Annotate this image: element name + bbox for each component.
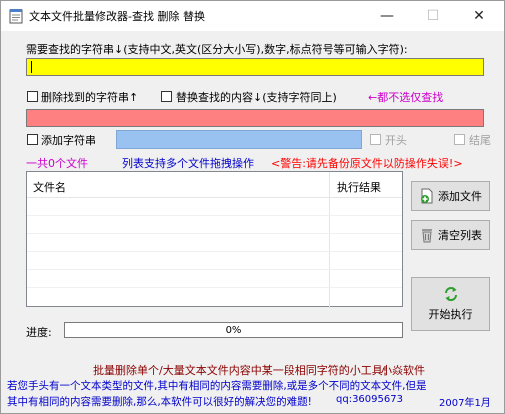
add-file-button[interactable]: 添加文件: [411, 181, 490, 211]
replace-checkbox[interactable]: [161, 91, 172, 102]
add-string-input[interactable]: [116, 130, 362, 149]
start-checkbox[interactable]: [370, 134, 381, 145]
column-filename[interactable]: 文件名: [33, 179, 66, 195]
end-checkbox[interactable]: [454, 134, 465, 145]
add-file-icon: [421, 188, 433, 204]
find-label: 需要查找的字符串↓(支持中文,英文(区分大小写),数字,标点符号等可输入字符):: [26, 43, 408, 56]
file-count: 一共0个文件: [26, 157, 88, 170]
delete-found-checkbox[interactable]: [27, 91, 38, 102]
notepad-icon: [9, 9, 23, 24]
footer-brand: 小焱软件: [381, 364, 425, 377]
replace-input[interactable]: [26, 109, 484, 127]
refresh-arrows-icon: [444, 287, 457, 301]
footer-desc-line2: 其中有相同的内容需要删除,那么,本软件可以很好的解决您的难题!: [7, 396, 312, 408]
clear-list-label: 清空列表: [438, 229, 482, 242]
close-button[interactable]: ✕: [456, 1, 502, 31]
progress-bar: 0%: [64, 322, 403, 338]
add-string-checkbox[interactable]: [27, 134, 38, 145]
column-result[interactable]: 执行结果: [337, 179, 381, 195]
trash-icon: [422, 229, 432, 243]
list-row-line: [27, 269, 402, 270]
progress-text: 0%: [225, 324, 242, 336]
progress-label: 进度:: [26, 326, 52, 339]
list-header: 文件名 执行结果: [27, 172, 402, 198]
list-row-line: [27, 287, 402, 288]
add-file-label: 添加文件: [438, 190, 482, 203]
run-button[interactable]: 开始执行: [411, 277, 490, 331]
main-window: 文本文件批量修改器-查找 删除 替换 — ☐ ✕ 需要查找的字符串↓(支持中文,…: [0, 0, 505, 414]
find-only-hint: ←都不选仅查找: [368, 91, 444, 104]
footer-contact: qq:36095673: [336, 394, 403, 405]
window-title: 文本文件批量修改器-查找 删除 替换: [29, 10, 205, 23]
backup-warning: <警告:请先备份原文件以防操作失误!>: [271, 157, 463, 170]
list-row-line: [27, 251, 402, 252]
delete-found-label: 删除找到的字符串↑: [41, 91, 139, 104]
list-row-line: [27, 215, 402, 216]
footer-date: 2007年1月: [439, 398, 491, 409]
end-label: 结尾: [469, 134, 491, 147]
replace-label: 替换查找的内容↓(支持字符同上): [176, 91, 337, 104]
footer-slogan: 批量删除单个/大量文本文件内容中某一段相同字符的小工具!: [93, 364, 388, 377]
clear-list-button[interactable]: 清空列表: [411, 220, 490, 250]
start-label: 开头: [385, 134, 407, 147]
maximize-button[interactable]: ☐: [410, 1, 456, 31]
drag-hint: 列表支持多个文件拖拽操作: [122, 157, 254, 170]
list-row-line: [27, 233, 402, 234]
text-caret: [31, 61, 32, 73]
find-input[interactable]: [26, 58, 484, 76]
minimize-button[interactable]: —: [364, 1, 410, 31]
footer-desc-line1: 若您手头有一个文本类型的文件,其中有相同的内容需要删除,或是多个不同的文本文件,…: [7, 380, 427, 392]
title-bar: 文本文件批量修改器-查找 删除 替换 — ☐ ✕: [1, 1, 504, 31]
add-string-label: 添加字符串: [41, 134, 96, 147]
run-label: 开始执行: [428, 308, 473, 321]
file-list[interactable]: 文件名 执行结果: [26, 171, 403, 308]
